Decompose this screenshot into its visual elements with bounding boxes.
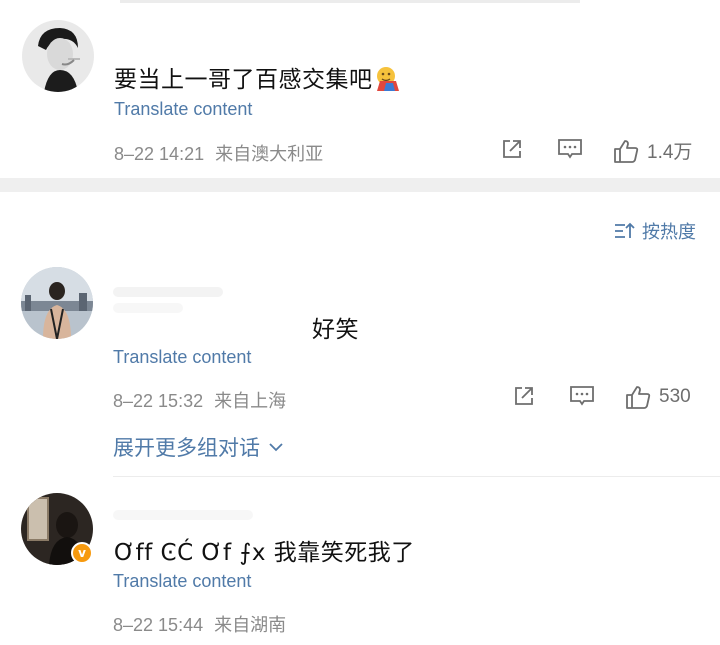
reply-button[interactable] <box>569 384 595 408</box>
comment-time: 8–22 15:44 <box>113 615 204 635</box>
translate-link[interactable]: Translate content <box>113 347 251 368</box>
username-redacted <box>113 287 223 297</box>
share-button[interactable] <box>512 384 536 408</box>
reply-button[interactable] <box>557 137 583 161</box>
expand-label: 展开更多组对话 <box>113 436 260 460</box>
comment-text: Ơff ϾĆ Ơf ⨍x 我靠笑死我了 <box>114 540 415 566</box>
share-button[interactable] <box>500 137 524 161</box>
avatar[interactable] <box>22 20 94 92</box>
like-button[interactable]: 1.4万 <box>613 137 692 164</box>
comment-icon <box>570 386 594 406</box>
top-divider <box>120 0 580 3</box>
comment-actions: 530 <box>0 384 720 414</box>
hug-emoji-icon <box>376 67 399 91</box>
comment-actions: 1.4万 <box>0 137 720 167</box>
avatar[interactable] <box>21 267 93 339</box>
username-redacted <box>113 303 183 313</box>
row-divider <box>113 476 720 477</box>
section-divider <box>0 178 720 192</box>
share-icon <box>503 140 521 158</box>
expand-more-conversations-link[interactable]: 展开更多组对话 <box>113 432 284 462</box>
avatar-photo-icon <box>21 267 93 339</box>
sort-icon <box>615 222 635 238</box>
comment-text: 好笑 <box>312 317 359 343</box>
share-icon <box>515 387 533 405</box>
chevron-down-icon <box>269 443 283 452</box>
thumbs-up-icon <box>626 386 651 409</box>
comment-meta: 8–22 15:44 来自湖南 <box>113 611 286 637</box>
like-count: 530 <box>659 386 691 407</box>
verified-badge: v <box>71 542 93 564</box>
avatar-photo-icon <box>22 20 94 92</box>
sort-by-hot-button[interactable]: 按热度 <box>614 218 696 244</box>
comment-icon <box>558 139 582 159</box>
like-button[interactable]: 530 <box>625 384 691 410</box>
sort-label: 按热度 <box>642 222 696 243</box>
translate-link[interactable]: Translate content <box>114 99 252 120</box>
comment-text: 要当上一哥了百感交集吧 <box>114 60 401 94</box>
translate-link[interactable]: Translate content <box>113 571 251 592</box>
username-redacted <box>113 510 253 520</box>
comment-location: 来自湖南 <box>214 615 287 635</box>
thumbs-up-icon <box>614 139 639 163</box>
like-count: 1.4万 <box>647 142 693 163</box>
